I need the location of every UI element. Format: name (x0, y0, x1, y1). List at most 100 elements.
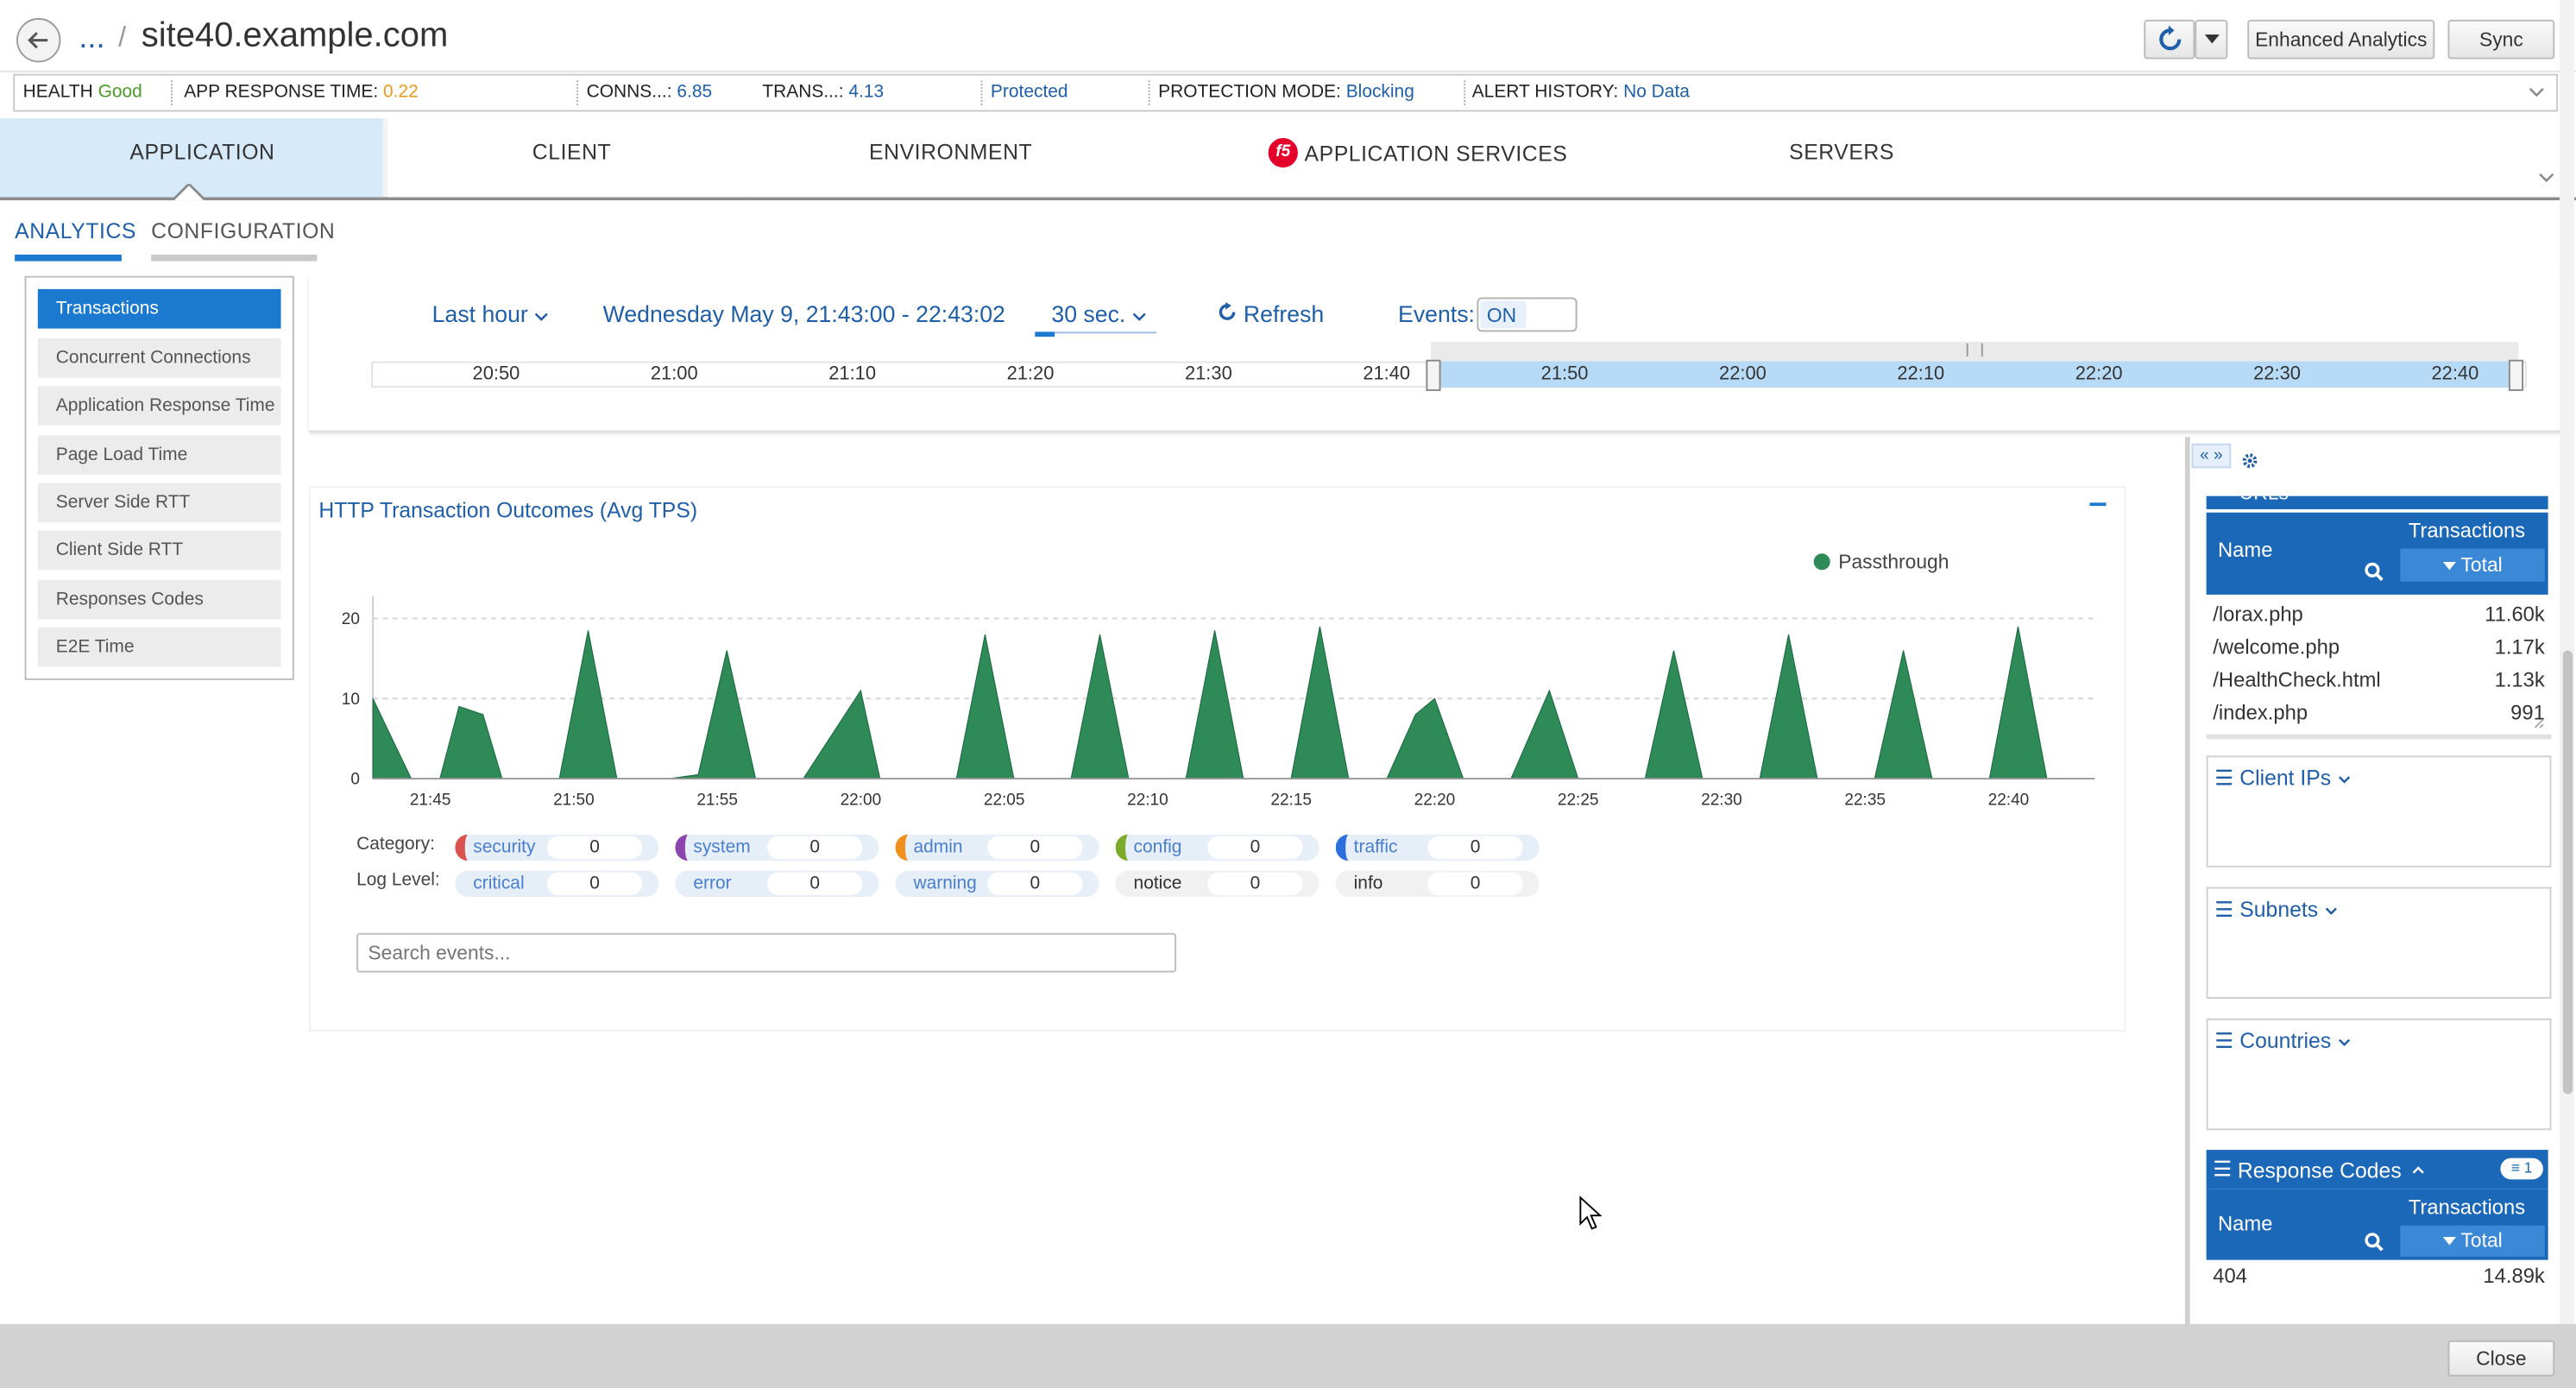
tab-analytics[interactable]: ANALYTICS (15, 217, 135, 262)
tab-servers[interactable]: SERVERS (1636, 118, 2576, 198)
menu-item-transactions[interactable]: Transactions (37, 288, 281, 329)
menu-item-application-response-time[interactable]: Application Response Time (37, 386, 281, 426)
log-level-filter-notice[interactable]: notice 0 (1115, 870, 1319, 898)
right-panel-scrollbar[interactable] (2559, 0, 2575, 1324)
alert-history-label: ALERT HISTORY: (1471, 82, 1619, 102)
scrollbar-thumb[interactable] (2562, 650, 2573, 1095)
tab-client[interactable]: CLIENT (387, 118, 750, 198)
x-tick-label: 21:50 (553, 791, 595, 809)
date-range[interactable]: Wednesday May 9, 21:43:00 - 22:43:02 (603, 300, 1005, 326)
mouse-cursor-icon (1579, 1196, 1603, 1230)
legend-swatch (1813, 553, 1830, 571)
x-tick-label: 22:05 (984, 791, 1025, 809)
chevron-down-icon (2338, 776, 2350, 784)
events-label: Events: (1398, 300, 1475, 327)
col-name-label: Name (2217, 1212, 2273, 1236)
panel-collapse-button[interactable]: « » (2191, 443, 2232, 469)
log-level-filter-error[interactable]: error 0 (675, 870, 879, 898)
url-name: /welcome.php (2213, 635, 2340, 659)
enhanced-analytics-button[interactable]: Enhanced Analytics (2247, 19, 2435, 60)
refresh-button[interactable]: Refresh (1218, 300, 1324, 327)
legend-label: Passthrough (1838, 550, 1949, 572)
urls-widget: URLs Name Transactions Total /lorax.php 1… (2206, 495, 2552, 740)
refresh-circle-button[interactable] (2144, 19, 2195, 60)
log-level-filter-info[interactable]: info 0 (1335, 870, 1540, 898)
nav-expand-icon[interactable] (2538, 173, 2554, 184)
response-codes-widget: ☰ Response Codes ≡ 1 Name Transactions T… (2206, 1150, 2552, 1324)
url-row[interactable]: /welcome.php 1.17k (2213, 631, 2545, 664)
timeline-left-handle[interactable] (1426, 359, 1441, 391)
search-icon[interactable] (2364, 1232, 2384, 1252)
tab-application[interactable]: APPLICATION (0, 118, 383, 201)
url-row[interactable]: /lorax.php 11.60k (2213, 597, 2545, 631)
response-codes-header[interactable]: ☰ Response Codes ≡ 1 (2206, 1150, 2548, 1189)
chevron-down-icon (535, 312, 549, 321)
url-row[interactable]: /index.php 991 (2213, 697, 2545, 729)
menu-item-e2e-time[interactable]: E2E Time (37, 627, 281, 667)
status-expand-icon[interactable] (2529, 87, 2545, 98)
events-toggle[interactable]: ON (1477, 297, 1578, 332)
app-response-label: APP RESPONSE TIME: (184, 82, 379, 102)
url-row[interactable]: /HealthCheck.html 1.13k (2213, 663, 2545, 697)
tab-application-services[interactable]: f5 APPLICATION SERVICES (1143, 118, 1637, 198)
log-level-filter-critical[interactable]: critical 0 (455, 870, 659, 898)
countries-header[interactable]: ☰ Countries (2208, 1020, 2550, 1055)
search-icon[interactable] (2364, 562, 2384, 582)
menu-item-responses-codes[interactable]: Responses Codes (37, 579, 281, 620)
subnets-header[interactable]: ☰ Subnets (2208, 889, 2550, 924)
main-nav: APPLICATION CLIENT ENVIRONMENT f5 APPLIC… (0, 118, 2576, 201)
search-events-input[interactable] (356, 932, 1177, 973)
settings-gear-icon[interactable] (2241, 451, 2259, 470)
tab-servers-label: SERVERS (1789, 139, 1894, 165)
menu-item-concurrent-connections[interactable]: Concurrent Connections (37, 338, 281, 378)
breadcrumb-ellipsis[interactable]: ... (79, 22, 104, 58)
range-selector[interactable]: Last hour (432, 300, 550, 327)
response-code-row[interactable]: 404 14.89k (2213, 1260, 2545, 1293)
timeline-tick: 22:40 (2431, 364, 2479, 385)
log-level-filter-label: critical (473, 874, 525, 894)
countries-title: Countries (2239, 1028, 2332, 1053)
x-tick-label: 22:40 (1988, 791, 2030, 809)
category-filter-security[interactable]: security 0 (455, 834, 659, 861)
interval-selector[interactable]: 30 sec. (1035, 300, 1157, 338)
status-bar: HEALTH Good APP RESPONSE TIME: 0.22 CONN… (13, 73, 2559, 112)
f5-logo-icon: f5 (1268, 137, 1298, 168)
menu-item-client-side-rtt[interactable]: Client Side RTT (37, 530, 281, 571)
menu-item-server-side-rtt[interactable]: Server Side RTT (37, 483, 281, 523)
category-filter-label: system (693, 837, 751, 858)
category-filter-admin[interactable]: admin 0 (895, 834, 1099, 861)
protected-status[interactable]: Protected (991, 82, 1068, 102)
category-filter-count: 0 (987, 836, 1083, 860)
log-level-filter-label: error (693, 874, 732, 894)
health-label: HEALTH (22, 82, 93, 102)
chart-title: HTTP Transaction Outcomes (Avg TPS) (318, 497, 698, 523)
category-filter-config[interactable]: config 0 (1115, 834, 1319, 861)
timeline-grip-icon[interactable] (1966, 343, 1983, 356)
response-codes-badge[interactable]: ≡ 1 (2500, 1158, 2543, 1180)
urls-header[interactable]: URLs (2206, 495, 2548, 509)
log-level-filter-count: 0 (987, 872, 1083, 896)
sort-total-button[interactable]: Total (2400, 548, 2545, 582)
collapse-button[interactable] (2089, 502, 2107, 507)
log-level-filter-warning[interactable]: warning 0 (895, 870, 1099, 898)
back-button[interactable] (16, 17, 61, 63)
client-ips-header[interactable]: ☰ Client IPs (2208, 757, 2550, 792)
timeline-selection[interactable] (1426, 341, 2524, 391)
category-filter-system[interactable]: system 0 (675, 834, 879, 861)
response-code-transactions: 14.89k (2483, 1265, 2545, 1288)
sync-button[interactable]: Sync (2447, 19, 2555, 60)
log-level-filter-label: notice (1133, 874, 1182, 894)
menu-icon: ☰ (2214, 897, 2234, 922)
close-button[interactable]: Close (2447, 1340, 2555, 1377)
timeline-right-handle[interactable] (2508, 359, 2524, 391)
timeline-tick: 22:10 (1897, 364, 1945, 385)
url-name: /HealthCheck.html (2213, 668, 2381, 692)
tab-configuration[interactable]: CONFIGURATION (151, 217, 335, 262)
menu-item-page-load-time[interactable]: Page Load Time (37, 435, 281, 475)
refresh-dropdown-button[interactable] (2195, 19, 2228, 60)
chevron-up-icon (2412, 1166, 2424, 1174)
sort-total-button[interactable]: Total (2400, 1225, 2545, 1257)
category-filter-traffic[interactable]: traffic 0 (1335, 834, 1540, 861)
tab-environment[interactable]: ENVIRONMENT (749, 118, 1143, 198)
resize-grip-icon[interactable] (2532, 716, 2545, 729)
